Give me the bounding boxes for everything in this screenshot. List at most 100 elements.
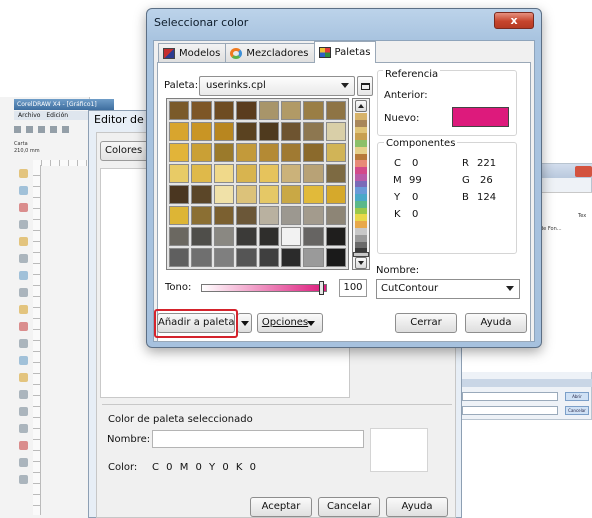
tab-modelos[interactable]: Modelos: [158, 43, 227, 63]
palette-swatch[interactable]: [191, 101, 212, 120]
palette-swatch[interactable]: [303, 122, 324, 141]
rectangle-tool-icon[interactable]: [18, 271, 28, 280]
palette-swatch[interactable]: [213, 206, 235, 225]
new-document-icon[interactable]: [14, 125, 21, 133]
aceptar-button[interactable]: Aceptar: [250, 497, 312, 517]
palette-swatch[interactable]: [325, 206, 346, 225]
palette-swatch[interactable]: [280, 227, 302, 246]
palette-swatch[interactable]: [213, 164, 235, 183]
background-window-close-icon[interactable]: [575, 166, 592, 177]
palette-swatch[interactable]: [303, 143, 324, 162]
palette-swatch[interactable]: [280, 101, 302, 120]
palette-strip-segment[interactable]: [355, 187, 367, 195]
save-icon[interactable]: [38, 125, 45, 133]
tint-slider[interactable]: [201, 284, 327, 292]
palette-swatch[interactable]: [213, 227, 235, 246]
palette-swatch[interactable]: [169, 143, 190, 162]
palette-strip-segment[interactable]: [355, 126, 367, 134]
palette-strip-segment[interactable]: [355, 160, 367, 168]
palette-swatch[interactable]: [258, 185, 279, 204]
palette-swatch[interactable]: [236, 206, 257, 225]
palette-swatch[interactable]: [213, 101, 235, 120]
palette-swatch[interactable]: [213, 185, 235, 204]
tint-value-input[interactable]: 100: [339, 279, 367, 297]
palette-swatch[interactable]: [213, 248, 235, 267]
palette-swatch[interactable]: [236, 122, 257, 141]
background-window-combo-2[interactable]: [462, 406, 558, 415]
zoom-tool-icon[interactable]: [18, 220, 28, 229]
palette-swatch[interactable]: [236, 143, 257, 162]
background-window-combo-1[interactable]: [462, 392, 558, 401]
palette-swatch[interactable]: [325, 164, 346, 183]
palette-strip-segment[interactable]: [355, 200, 367, 208]
page-width-label[interactable]: 210,0 mm: [14, 148, 94, 155]
palette-swatch[interactable]: [169, 227, 190, 246]
pick-tool-icon[interactable]: [18, 169, 28, 178]
palette-swatch[interactable]: [325, 122, 346, 141]
palette-overview-strip[interactable]: [355, 113, 367, 256]
basic-shapes-icon[interactable]: [18, 322, 28, 331]
palette-swatch[interactable]: [303, 206, 324, 225]
ayuda-button[interactable]: Ayuda: [465, 313, 527, 333]
connector-tool-icon[interactable]: [18, 390, 28, 399]
palette-strip-segment[interactable]: [355, 214, 367, 222]
eyedropper-icon[interactable]: [18, 424, 28, 433]
palette-swatch[interactable]: [258, 248, 279, 267]
palette-strip-segment[interactable]: [355, 113, 367, 120]
palette-swatch[interactable]: [325, 227, 346, 246]
palette-swatch[interactable]: [236, 185, 257, 204]
background-window-open-button[interactable]: Abrir: [565, 392, 589, 401]
palette-swatch[interactable]: [191, 122, 212, 141]
background-window-cancel-button[interactable]: Cancelar: [565, 406, 589, 415]
palette-strip-segment[interactable]: [355, 228, 367, 235]
palette-swatch[interactable]: [258, 101, 279, 120]
menu-edicion[interactable]: Edición: [46, 112, 68, 119]
palette-swatch[interactable]: [236, 164, 257, 183]
palette-swatch[interactable]: [191, 206, 212, 225]
cancelar-button[interactable]: Cancelar: [318, 497, 380, 517]
fill-tool-icon[interactable]: [18, 458, 28, 467]
palette-swatch[interactable]: [258, 143, 279, 162]
palette-swatch[interactable]: [169, 248, 190, 267]
palette-strip-segment[interactable]: [355, 194, 367, 201]
palette-swatch[interactable]: [303, 248, 324, 267]
page-size-label[interactable]: Carta: [14, 141, 94, 148]
tab-mezcladores[interactable]: Mezcladores: [225, 43, 315, 63]
cut-icon[interactable]: [62, 125, 69, 133]
blend-tool-icon[interactable]: [18, 407, 28, 416]
ellipse-tool-icon[interactable]: [18, 288, 28, 297]
tab-paletas[interactable]: Paletas: [313, 41, 377, 63]
tint-slider-thumb[interactable]: [319, 281, 324, 295]
editor-name-input[interactable]: [152, 430, 364, 448]
text-tool-icon[interactable]: [18, 339, 28, 348]
palette-swatch[interactable]: [303, 164, 324, 183]
palette-select[interactable]: userinks.cpl: [199, 76, 355, 96]
freehand-tool-icon[interactable]: [18, 237, 28, 246]
palette-swatch[interactable]: [303, 101, 324, 120]
interactive-fill-icon[interactable]: [18, 475, 28, 484]
palette-swatch[interactable]: [280, 248, 302, 267]
polygon-tool-icon[interactable]: [18, 305, 28, 314]
palette-swatch[interactable]: [191, 227, 212, 246]
palette-swatch[interactable]: [169, 206, 190, 225]
palette-strip-segment[interactable]: [355, 140, 367, 147]
palette-swatch[interactable]: [258, 206, 279, 225]
palette-swatch[interactable]: [169, 122, 190, 141]
open-icon[interactable]: [26, 125, 33, 133]
palette-swatch[interactable]: [169, 101, 190, 120]
palette-swatch[interactable]: [280, 185, 302, 204]
palette-strip-segment[interactable]: [355, 173, 367, 181]
color-name-select[interactable]: CutContour: [376, 279, 520, 299]
palette-strip-segment[interactable]: [355, 180, 367, 188]
palette-strip-segment[interactable]: [355, 234, 367, 242]
open-palette-button[interactable]: [357, 76, 373, 96]
palette-swatch[interactable]: [303, 227, 324, 246]
palette-swatch[interactable]: [258, 164, 279, 183]
background-window-list-item[interactable]: de Fon...: [540, 226, 562, 232]
palette-swatch[interactable]: [169, 164, 190, 183]
palette-swatch[interactable]: [191, 143, 212, 162]
outline-tool-icon[interactable]: [18, 441, 28, 450]
scroll-down-button[interactable]: [355, 257, 367, 269]
palette-swatch[interactable]: [303, 185, 324, 204]
palette-strip-segment[interactable]: [355, 146, 367, 154]
